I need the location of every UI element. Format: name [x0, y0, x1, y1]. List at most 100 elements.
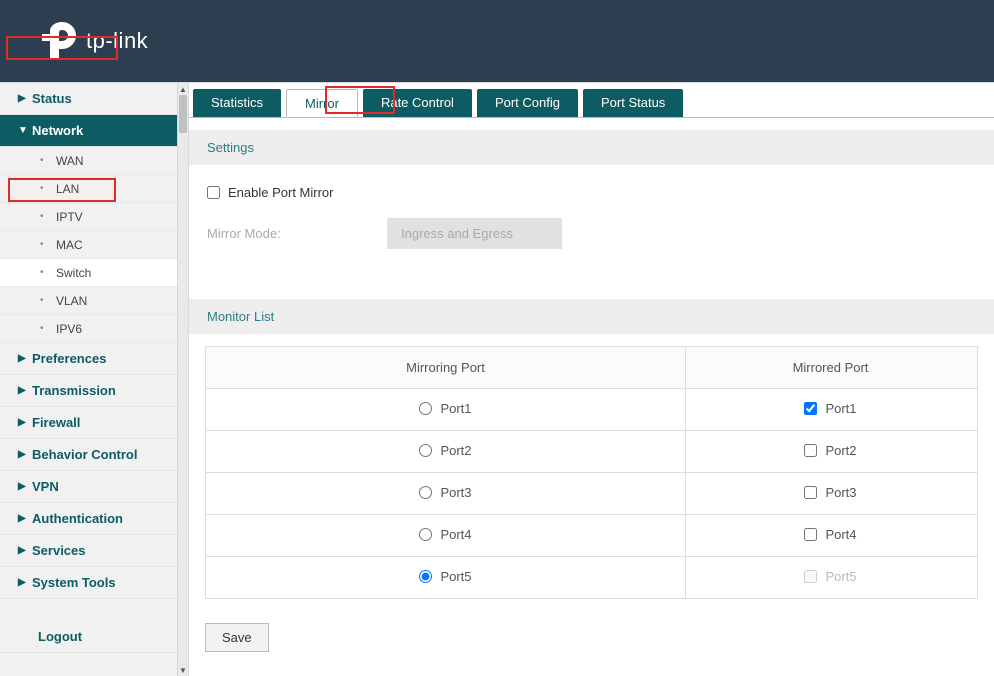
mirrored-checkbox[interactable] [804, 444, 817, 457]
nav-label: Preferences [32, 351, 106, 366]
nav-services[interactable]: ▶Services [0, 535, 177, 567]
subnav-mac[interactable]: •MAC [0, 231, 177, 259]
mirroring-radio[interactable] [419, 402, 432, 415]
mirror-mode-select: Ingress and Egress [387, 218, 562, 249]
port-label: Port3 [825, 485, 856, 500]
nav-transmission[interactable]: ▶Transmission [0, 375, 177, 407]
subnav-label: MAC [56, 238, 83, 252]
caret-right-icon: ▶ [18, 353, 32, 364]
mirroring-cell: Port5 [206, 557, 686, 599]
mirroring-radio[interactable] [419, 444, 432, 457]
tab-mirror[interactable]: Mirror [286, 89, 358, 117]
port-label: Port5 [825, 569, 856, 584]
tab-port-config[interactable]: Port Config [477, 89, 578, 117]
header: tp-link [0, 0, 994, 82]
content: Statistics Mirror Rate Control Port Conf… [189, 83, 994, 676]
tab-statistics[interactable]: Statistics [193, 89, 281, 117]
subnav-vlan[interactable]: •VLAN [0, 287, 177, 315]
port-label: Port3 [440, 485, 471, 500]
caret-right-icon: ▶ [18, 545, 32, 556]
mirrored-cell: Port2 [686, 431, 978, 473]
scroll-down-icon[interactable]: ▼ [178, 664, 188, 676]
mirroring-cell: Port4 [206, 515, 686, 557]
tab-port-status[interactable]: Port Status [583, 89, 683, 117]
scrollbar-thumb[interactable] [179, 95, 187, 133]
table-row: Port4 Port4 [206, 515, 978, 557]
caret-right-icon: ▶ [18, 417, 32, 428]
bullet-icon: • [40, 211, 56, 222]
nav-label: Network [32, 123, 83, 138]
mirror-mode-label: Mirror Mode: [207, 226, 387, 241]
subnav-label: Switch [56, 266, 91, 280]
nav-logout[interactable]: Logout [0, 621, 177, 653]
nav-label: System Tools [32, 575, 116, 590]
mirrored-checkbox[interactable] [804, 486, 817, 499]
port-label: Port2 [825, 443, 856, 458]
mirroring-radio[interactable] [419, 570, 432, 583]
nav-preferences[interactable]: ▶Preferences [0, 343, 177, 375]
subnav-ipv6[interactable]: •IPV6 [0, 315, 177, 343]
bullet-icon: • [40, 295, 56, 306]
subnav-lan[interactable]: •LAN [0, 175, 177, 203]
mirrored-cell: Port4 [686, 515, 978, 557]
nav-label: Services [32, 543, 86, 558]
section-monitor-header: Monitor List [189, 299, 994, 334]
subnav-network: •WAN •LAN •IPTV •MAC •Switch •VLAN •IPV6 [0, 147, 177, 343]
subnav-wan[interactable]: •WAN [0, 147, 177, 175]
sidebar-content: ▶ Status ▼ Network •WAN •LAN •IPTV •MAC … [0, 83, 188, 653]
mirrored-checkbox[interactable] [804, 402, 817, 415]
mirroring-radio[interactable] [419, 486, 432, 499]
nav-vpn[interactable]: ▶VPN [0, 471, 177, 503]
port-label: Port4 [825, 527, 856, 542]
subnav-switch[interactable]: •Switch [0, 259, 177, 287]
tplink-logo-icon [42, 22, 76, 60]
nav-status[interactable]: ▶ Status [0, 83, 177, 115]
nav-authentication[interactable]: ▶Authentication [0, 503, 177, 535]
subnav-label: IPV6 [56, 322, 82, 336]
sidebar: ▶ Status ▼ Network •WAN •LAN •IPTV •MAC … [0, 83, 189, 676]
nav-label: Authentication [32, 511, 123, 526]
subnav-label: LAN [56, 182, 79, 196]
enable-port-mirror-label: Enable Port Mirror [228, 185, 333, 200]
nav-label: VPN [32, 479, 59, 494]
table-row: Port2 Port2 [206, 431, 978, 473]
nav-system-tools[interactable]: ▶System Tools [0, 567, 177, 599]
caret-right-icon: ▶ [18, 577, 32, 588]
scroll-up-icon[interactable]: ▲ [178, 83, 188, 95]
mirroring-radio[interactable] [419, 528, 432, 541]
th-mirroring: Mirroring Port [206, 347, 686, 389]
settings-body: Enable Port Mirror Mirror Mode: Ingress … [189, 165, 994, 287]
mirrored-checkbox [804, 570, 817, 583]
logo: tp-link [42, 22, 148, 60]
mirrored-checkbox[interactable] [804, 528, 817, 541]
port-label: Port2 [440, 443, 471, 458]
subnav-iptv[interactable]: •IPTV [0, 203, 177, 231]
nav-label: Transmission [32, 383, 116, 398]
nav-firewall[interactable]: ▶Firewall [0, 407, 177, 439]
nav-label: Status [32, 91, 72, 106]
nav-behavior-control[interactable]: ▶Behavior Control [0, 439, 177, 471]
mirrored-cell: Port5 [686, 557, 978, 599]
bullet-icon: • [40, 155, 56, 166]
sidebar-scrollbar[interactable]: ▲ ▼ [177, 83, 188, 676]
enable-port-mirror-row[interactable]: Enable Port Mirror [207, 185, 333, 200]
mirroring-cell: Port2 [206, 431, 686, 473]
port-label: Port1 [440, 401, 471, 416]
bullet-icon: • [40, 183, 56, 194]
bullet-icon: • [40, 239, 56, 250]
port-label: Port1 [825, 401, 856, 416]
save-button-wrap: Save [189, 611, 994, 664]
caret-right-icon: ▶ [18, 385, 32, 396]
th-mirrored: Mirrored Port [686, 347, 978, 389]
main: ▶ Status ▼ Network •WAN •LAN •IPTV •MAC … [0, 82, 994, 676]
port-label: Port4 [440, 527, 471, 542]
nav-network[interactable]: ▼ Network [0, 115, 177, 147]
enable-port-mirror-checkbox[interactable] [207, 186, 220, 199]
caret-down-icon: ▼ [18, 125, 32, 136]
save-button[interactable]: Save [205, 623, 269, 652]
caret-right-icon: ▶ [18, 513, 32, 524]
mirroring-cell: Port3 [206, 473, 686, 515]
caret-right-icon: ▶ [18, 449, 32, 460]
monitor-table: Mirroring Port Mirrored Port Port1 Port1 P… [205, 346, 978, 599]
tab-rate-control[interactable]: Rate Control [363, 89, 472, 117]
